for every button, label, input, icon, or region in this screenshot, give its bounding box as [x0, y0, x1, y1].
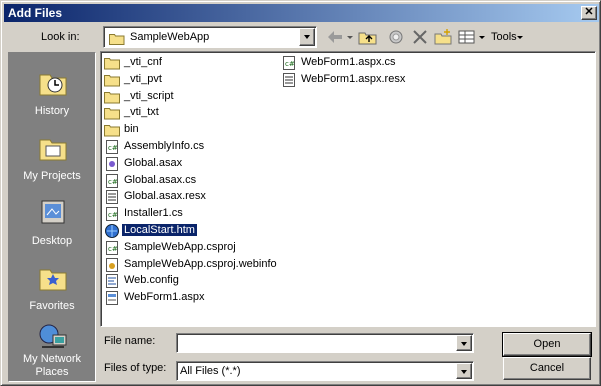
aspx-file-icon — [106, 291, 118, 306]
place-my-projects[interactable]: My Projects — [9, 126, 97, 190]
network-places-icon — [39, 324, 67, 348]
cancel-button[interactable]: Cancel — [503, 357, 591, 380]
back-dropdown-icon[interactable] — [346, 28, 355, 46]
filename-input[interactable] — [176, 333, 474, 353]
search-web-icon[interactable] — [387, 28, 407, 46]
folder-icon — [109, 34, 125, 45]
delete-icon[interactable] — [411, 28, 429, 46]
tools-menu[interactable]: Tools — [491, 31, 517, 43]
new-folder-icon[interactable] — [433, 28, 453, 46]
webinfo-file-icon — [106, 257, 118, 272]
open-button[interactable]: Open — [502, 332, 592, 357]
place-label: History — [34, 105, 70, 117]
folder-icon — [104, 58, 120, 70]
filetype-value: All Files (*.*) — [180, 365, 241, 377]
lookin-label: Look in: — [41, 31, 80, 43]
svg-text:c#: c# — [108, 144, 118, 152]
views-dropdown-icon[interactable] — [478, 28, 487, 46]
chevron-down-icon[interactable] — [456, 363, 472, 379]
place-favorites[interactable]: Favorites — [9, 256, 97, 320]
place-label: My Projects — [23, 170, 81, 182]
config-file-icon — [106, 274, 118, 289]
csharp-file-icon: c# — [106, 207, 118, 222]
file-name: _vti_txt — [124, 106, 159, 119]
lookin-value: SampleWebApp — [130, 31, 210, 43]
close-icon: ✕ — [584, 6, 594, 18]
svg-text:c#: c# — [108, 211, 118, 219]
filetype-select[interactable]: All Files (*.*) — [176, 361, 474, 381]
place-desktop[interactable]: Desktop — [9, 191, 97, 255]
html-file-icon — [105, 224, 119, 238]
close-button[interactable]: ✕ — [581, 6, 597, 20]
file-name: _vti_cnf — [124, 56, 162, 68]
resx-file-icon — [283, 72, 295, 87]
file-name: LocalStart.htm — [121, 223, 198, 237]
my-projects-icon — [39, 139, 67, 161]
csharp-file-icon: c# — [106, 173, 118, 188]
svg-text:c#: c# — [285, 60, 295, 68]
folder-icon — [104, 74, 120, 87]
csharp-file-icon: c# — [106, 140, 118, 154]
chevron-down-icon[interactable] — [299, 28, 315, 46]
title-bar[interactable]: Add Files ✕ — [4, 4, 599, 22]
folder-icon — [104, 91, 120, 104]
csharp-file-icon: c# — [283, 56, 295, 70]
add-files-dialog: Add Files ✕ Look in: SampleWebApp Tools — [0, 0, 601, 386]
file-name: WebForm1.aspx — [124, 291, 205, 304]
file-name: Global.asax — [124, 156, 183, 169]
place-network[interactable]: My Network Places — [9, 315, 97, 379]
folder-icon — [104, 125, 120, 137]
place-label: My Network Places — [22, 353, 82, 378]
file-name: Web.config — [124, 274, 179, 287]
tools-dropdown-icon[interactable] — [516, 28, 525, 46]
asax-file-icon — [106, 156, 118, 171]
svg-text:c#: c# — [108, 178, 118, 186]
filename-label: File name: — [104, 335, 156, 347]
chevron-down-icon[interactable] — [456, 335, 472, 351]
file-name: _vti_pvt — [124, 72, 162, 85]
file-name: Global.asax.resx — [124, 190, 206, 203]
places-bar: History My Projects Desktop Favorites My… — [8, 52, 96, 382]
file-name: SampleWebApp.csproj — [124, 240, 236, 253]
svg-text:c#: c# — [108, 245, 118, 253]
resx-file-icon — [106, 190, 118, 205]
csproj-file-icon: c# — [106, 240, 118, 255]
desktop-icon — [41, 200, 65, 224]
back-icon[interactable] — [325, 28, 345, 46]
lookin-dropdown[interactable]: SampleWebApp — [103, 26, 317, 48]
file-name: bin — [124, 123, 139, 136]
window-title: Add Files — [8, 6, 63, 20]
up-folder-icon[interactable] — [357, 28, 379, 46]
file-name: WebForm1.aspx.cs — [301, 56, 396, 68]
file-name: Installer1.cs — [124, 207, 183, 220]
place-label: Favorites — [29, 300, 75, 312]
views-icon[interactable] — [457, 28, 477, 46]
place-label: Desktop — [31, 235, 73, 247]
folder-icon — [104, 108, 120, 120]
place-history[interactable]: History — [9, 61, 97, 125]
file-name: AssemblyInfo.cs — [124, 140, 205, 152]
file-list[interactable]: _vti_cnf _vti_pvt _vti_script _vti_txtbin c#… — [100, 51, 596, 327]
favorites-icon — [39, 269, 67, 291]
file-name: _vti_script — [124, 89, 174, 102]
filetype-label: Files of type: — [104, 362, 167, 374]
file-name: SampleWebApp.csproj.webinfo — [124, 257, 277, 270]
file-name: WebForm1.aspx.resx — [301, 72, 406, 85]
history-icon — [39, 74, 67, 96]
file-name: Global.asax.cs — [124, 173, 197, 186]
